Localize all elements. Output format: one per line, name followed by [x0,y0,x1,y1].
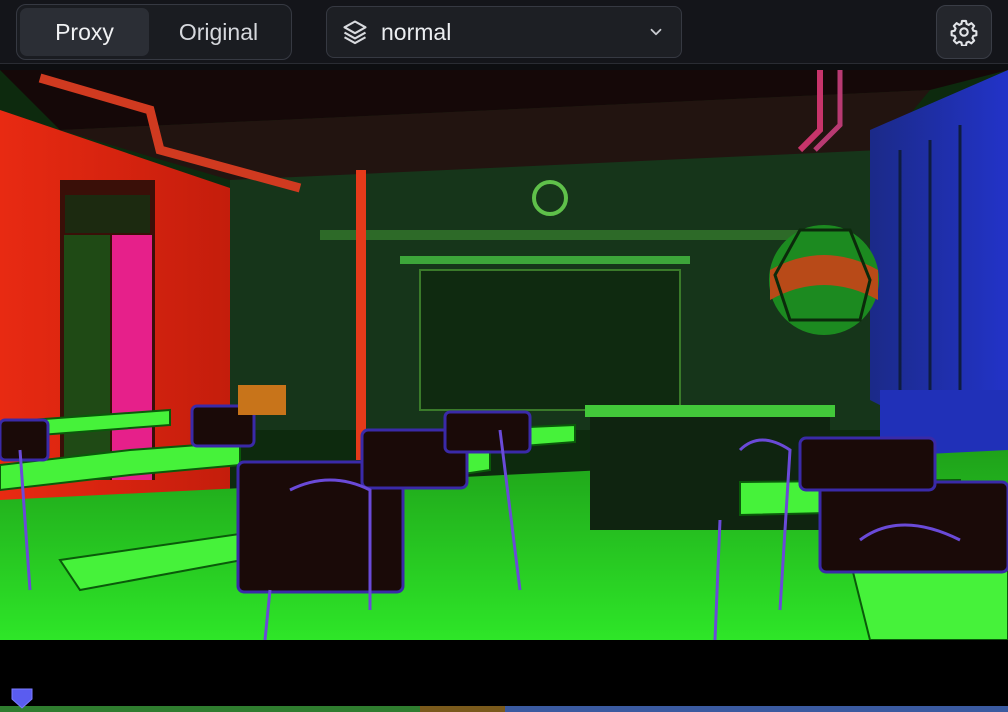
layer-select-value: normal [381,18,452,45]
layer-select[interactable]: normal [326,6,682,58]
proxy-button[interactable]: Proxy [20,8,149,56]
layers-icon [343,20,367,45]
viewport-letterbox [0,640,1008,706]
playhead-handle[interactable] [10,687,34,709]
toolbar: Proxy Original normal [0,0,1008,64]
chevron-down-icon [650,28,662,36]
render-viewport[interactable] [0,70,1008,640]
gear-icon [950,19,978,46]
view-mode-toggle: Proxy Original [16,4,292,60]
normal-pass-viewer: Proxy Original normal [0,0,1008,712]
original-button[interactable]: Original [149,8,288,56]
timeline-track[interactable] [0,706,1008,712]
settings-button[interactable] [936,5,992,59]
timeline-segment [0,706,420,712]
timeline-segment [505,706,1008,712]
normal-pass-image [0,70,1008,640]
timeline-segment [420,706,505,712]
